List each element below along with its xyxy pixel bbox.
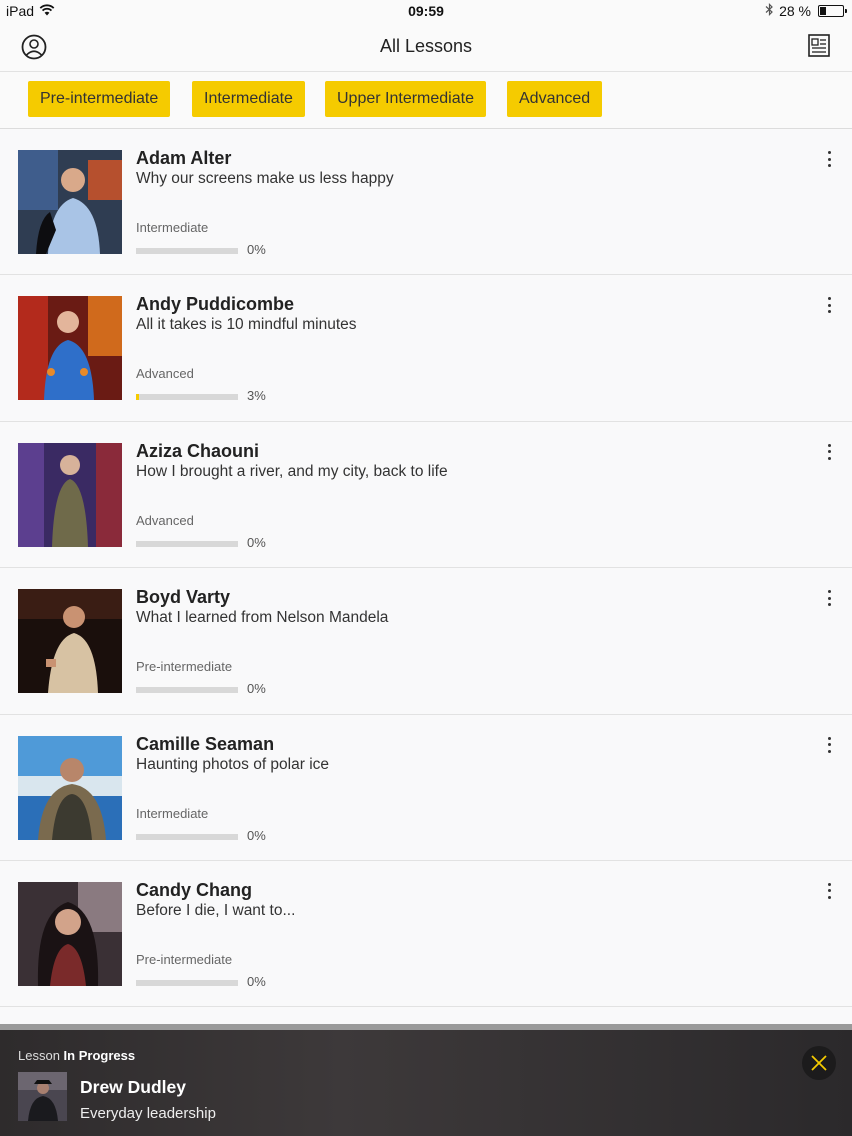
more-vertical-icon [827, 297, 831, 301]
more-vertical-icon [827, 164, 831, 167]
more-vertical-icon [827, 736, 831, 740]
more-vertical-icon [827, 157, 831, 161]
speaker-name: Adam Alter [136, 148, 232, 168]
more-vertical-icon [827, 603, 831, 607]
filter-advanced[interactable]: Advanced [507, 81, 603, 117]
filter-pre-intermediate[interactable]: Pre-intermediate [28, 81, 171, 117]
progress-bar [136, 540, 238, 547]
progress-bar [136, 394, 238, 401]
progress-bar-fill [136, 394, 140, 401]
status-bar: iPad 09:59 28 % [0, 0, 852, 22]
speaker-name: Andy Puddicombe [136, 294, 295, 315]
lesson-row[interactable]: Boyd Varty What I learned from Nelson Ma… [0, 568, 852, 715]
more-vertical-icon [827, 590, 831, 594]
speaker-thumbnail [18, 589, 122, 694]
progress-percent: 3% [247, 388, 266, 404]
close-icon [811, 1055, 827, 1071]
level-label: Advanced [136, 512, 194, 528]
lesson-row[interactable]: Aziza Chaouni How I brought a river, and… [0, 421, 852, 569]
level-label: Intermediate [136, 805, 209, 821]
progress-percent: 0% [247, 242, 266, 257]
more-vertical-icon [827, 743, 831, 747]
lesson-row[interactable]: Andy Puddicombe All it takes is 10 mindf… [0, 275, 852, 422]
lesson-row[interactable]: Candy Chang Before I die, I want to... P… [0, 860, 852, 1008]
status-time: 09:59 [408, 3, 444, 19]
progress-bar [136, 979, 238, 986]
bluetooth-icon [765, 3, 774, 19]
more-vertical-icon [827, 889, 831, 893]
battery-icon [818, 5, 847, 17]
lesson-list: Adam Alter Why our screens make us less … [0, 129, 852, 1008]
more-vertical-icon [827, 749, 831, 753]
more-options-button[interactable] [822, 588, 836, 608]
lesson-row[interactable]: Adam Alter Why our screens make us less … [0, 129, 852, 276]
more-vertical-icon [827, 310, 831, 314]
notebook-icon [808, 34, 830, 57]
speaker-thumbnail [18, 150, 122, 254]
level-label: Pre-intermediate [136, 659, 233, 675]
speaker-name: Camille Seaman [136, 733, 275, 754]
level-filter-bar: Pre-intermediate Intermediate Upper Inte… [0, 72, 852, 129]
talk-title: Why our screens make us less happy [136, 170, 394, 187]
progress-bar [136, 248, 238, 254]
banner-label: Lesson In Progress [18, 1048, 135, 1063]
level-label: Pre-intermediate [136, 951, 233, 967]
more-vertical-icon [827, 443, 831, 447]
talk-title: How I brought a river, and my city, back… [136, 462, 448, 480]
status-right: 28 % [765, 3, 847, 19]
close-banner-button[interactable] [802, 1046, 836, 1080]
more-vertical-icon [827, 456, 831, 460]
speaker-name: Candy Chang [136, 879, 253, 900]
banner-label-status: In Progress [63, 1048, 136, 1063]
progress-percent: 0% [247, 681, 266, 697]
more-options-button[interactable] [822, 735, 836, 755]
lesson-row[interactable]: Camille Seaman Haunting photos of polar … [0, 714, 852, 861]
progress-percent: 0% [247, 973, 266, 989]
speaker-thumbnail [18, 735, 122, 840]
more-vertical-icon [827, 882, 831, 886]
filter-intermediate[interactable]: Intermediate [192, 81, 305, 117]
more-vertical-icon [827, 303, 831, 307]
more-options-button[interactable] [822, 149, 836, 169]
lesson-in-progress-banner[interactable]: Lesson In Progress Drew Dudley Everyday … [0, 1024, 852, 1136]
notes-button[interactable] [806, 33, 832, 59]
page-title: All Lessons [379, 36, 473, 56]
more-vertical-icon [827, 895, 831, 899]
speaker-thumbnail [18, 881, 122, 986]
level-label: Intermediate [136, 220, 209, 235]
talk-title: Haunting photos of polar ice [136, 755, 330, 773]
progress-percent: 0% [247, 827, 266, 843]
speaker-name: Boyd Varty [136, 587, 231, 608]
battery-percent: 28 % [779, 3, 811, 19]
more-vertical-icon [827, 450, 831, 454]
battery-fill [820, 7, 827, 15]
more-vertical-icon [827, 596, 831, 600]
banner-talk-title: Everyday leadership [80, 1105, 216, 1122]
banner-speaker-thumbnail [18, 1072, 67, 1121]
more-options-button[interactable] [822, 295, 836, 315]
more-vertical-icon [827, 151, 831, 154]
progress-percent: 0% [247, 534, 266, 550]
speaker-thumbnail [18, 296, 122, 401]
progress-bar [136, 687, 238, 694]
more-options-button[interactable] [822, 881, 836, 901]
talk-title: What I learned from Nelson Mandela [136, 609, 389, 627]
speaker-name: Aziza Chaouni [136, 440, 260, 461]
filter-upper-intermediate[interactable]: Upper Intermediate [325, 81, 486, 117]
progress-bar [136, 833, 238, 840]
speaker-thumbnail [18, 442, 122, 547]
banner-speaker-name: Drew Dudley [80, 1077, 186, 1097]
more-options-button[interactable] [822, 442, 836, 462]
talk-title: Before I die, I want to... [136, 901, 296, 919]
level-label: Advanced [136, 366, 194, 382]
talk-title: All it takes is 10 mindful minutes [136, 316, 357, 334]
nav-bar: All Lessons [0, 22, 852, 72]
banner-label-prefix: Lesson [18, 1048, 60, 1063]
